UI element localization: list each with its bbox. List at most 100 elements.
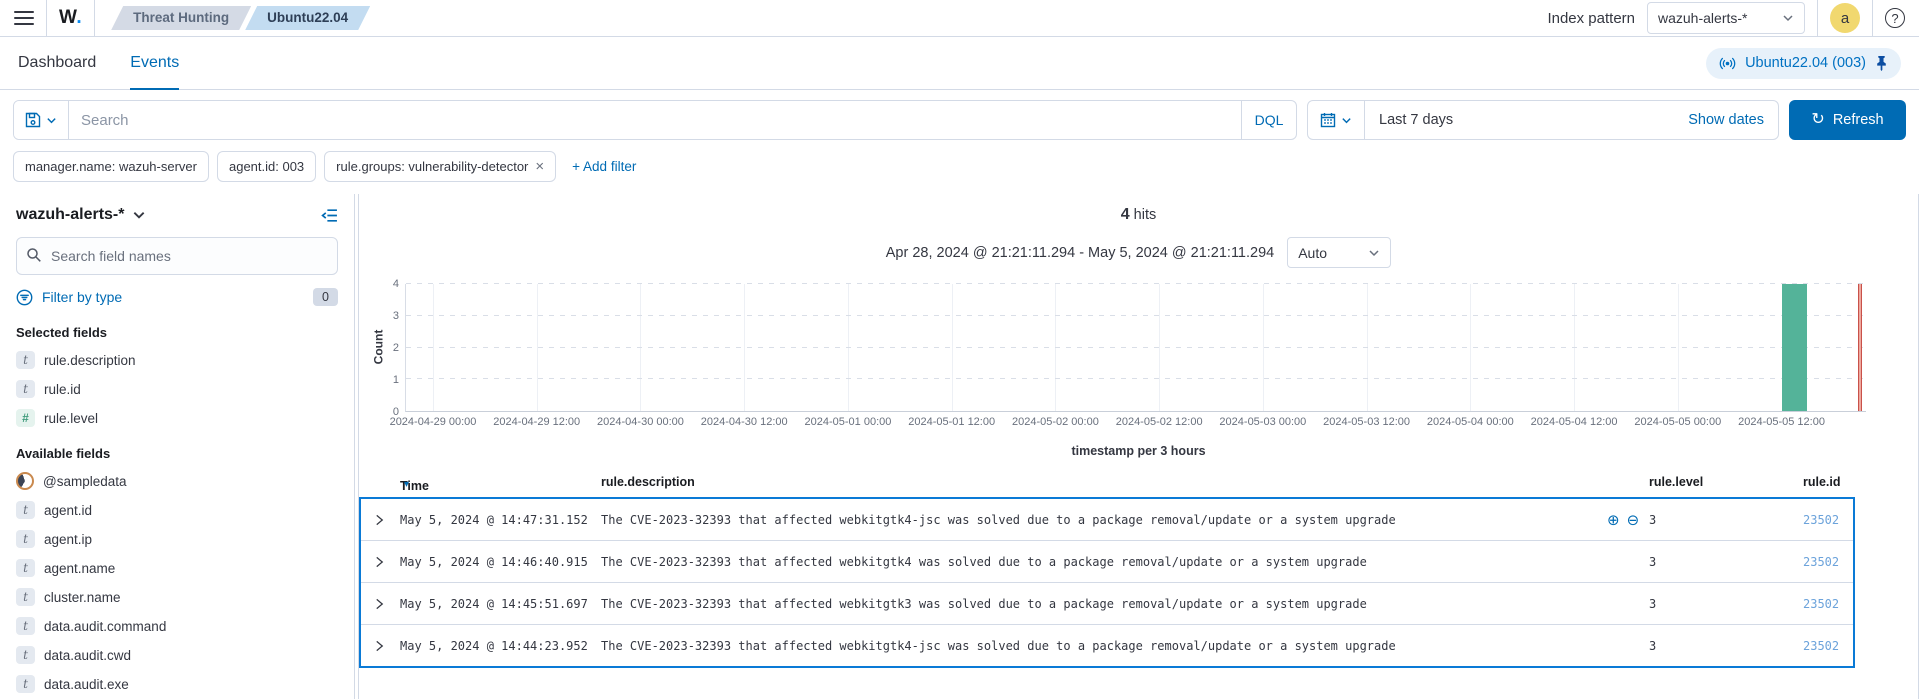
field-item[interactable]: t agent.ip — [16, 530, 338, 548]
tab[interactable]: Dashboard — [18, 38, 96, 90]
breadcrumb-tab[interactable]: Threat Hunting — [111, 6, 251, 30]
field-type-icon: t — [16, 675, 35, 693]
chart-plot: 2024-04-29 00:002024-04-29 12:002024-04-… — [405, 284, 1866, 412]
wazuh-logo[interactable]: W. — [59, 7, 82, 29]
field-item[interactable]: t rule.description — [16, 351, 338, 369]
x-tick-label: 2024-05-03 00:00 — [1219, 416, 1306, 428]
cell-time[interactable]: May 5, 2024 @ 14:44:23.952 — [400, 639, 588, 653]
tab[interactable]: Events — [130, 38, 179, 90]
hits-count: 4 hits — [359, 206, 1918, 224]
vertical-gridline — [744, 284, 745, 411]
table-row: May 5, 2024 @ 14:46:40.915 The CVE-2023-… — [361, 540, 1853, 582]
cell-description[interactable]: The CVE-2023-32393 that affected webkitg… — [601, 597, 1367, 611]
tab-label: Events — [130, 54, 179, 72]
field-type-icon: t — [16, 559, 35, 577]
filter-pill[interactable]: agent.id: 003 × — [217, 151, 316, 182]
index-pattern-select[interactable]: wazuh-alerts-* — [1647, 2, 1805, 34]
field-item[interactable]: # rule.level — [16, 409, 338, 427]
cell-rule-id[interactable]: 23502 — [1803, 513, 1839, 527]
cell-level[interactable]: 3 — [1649, 555, 1656, 569]
refresh-button[interactable]: ↻ Refresh — [1789, 100, 1906, 140]
calendar-button[interactable] — [1308, 101, 1365, 139]
cell-time[interactable]: May 5, 2024 @ 14:45:51.697 — [400, 597, 588, 611]
cell-description[interactable]: The CVE-2023-32393 that affected webkitg… — [601, 555, 1367, 569]
filter-for-value-icon[interactable]: ⊕ — [1607, 511, 1620, 529]
expand-row-icon[interactable] — [374, 640, 385, 651]
interval-select[interactable]: Auto — [1287, 237, 1391, 268]
cell-description[interactable]: The CVE-2023-32393 that affected webkitg… — [601, 639, 1396, 653]
show-dates-button[interactable]: Show dates — [1688, 101, 1778, 139]
collapse-sidebar-icon[interactable] — [321, 208, 338, 223]
filter-pill[interactable]: manager.name: wazuh-server × — [13, 151, 209, 182]
time-range-text: Apr 28, 2024 @ 21:21:11.294 - May 5, 202… — [886, 245, 1274, 261]
time-range-value[interactable]: Last 7 days — [1365, 101, 1688, 139]
help-icon[interactable]: ? — [1885, 8, 1905, 28]
vertical-gridline — [640, 284, 641, 411]
breadcrumb-tab[interactable]: Ubuntu22.04 — [245, 6, 370, 30]
field-item[interactable]: t data.audit.command — [16, 617, 338, 635]
chevron-down-icon — [1782, 12, 1794, 24]
add-filter-button[interactable]: + Add filter — [572, 159, 636, 174]
field-item[interactable]: t agent.id — [16, 501, 338, 519]
field-name: rule.id — [44, 382, 81, 397]
expand-row-icon[interactable] — [374, 514, 385, 525]
vertical-gridline — [1367, 284, 1368, 411]
chevron-down-icon — [46, 115, 57, 126]
column-header-description[interactable]: rule.description — [601, 475, 695, 489]
filter-out-value-icon[interactable]: ⊖ — [1627, 511, 1640, 529]
close-icon[interactable]: × — [535, 159, 544, 174]
y-tick-label: 2 — [393, 342, 399, 354]
sidebar-index-pattern-value: wazuh-alerts-* — [16, 206, 124, 224]
cell-time[interactable]: May 5, 2024 @ 14:47:31.152 — [400, 513, 588, 527]
filter-row: manager.name: wazuh-server × agent.id: 0… — [0, 146, 1919, 194]
horizontal-gridline — [406, 378, 1866, 379]
table-header: Time▾ rule.description rule.level rule.i… — [359, 471, 1918, 497]
cell-rule-id[interactable]: 23502 — [1803, 639, 1839, 653]
field-item[interactable]: t rule.id — [16, 380, 338, 398]
vertical-gridline — [848, 284, 849, 411]
histogram-bar[interactable] — [1782, 284, 1808, 411]
y-axis-labels: 01234 — [359, 284, 399, 412]
y-tick-label: 4 — [393, 278, 399, 290]
tabs-row: Dashboard Events Ubuntu22.04 (003) — [0, 37, 1919, 90]
divider — [94, 0, 95, 36]
field-item[interactable]: t agent.name — [16, 559, 338, 577]
agent-pill[interactable]: Ubuntu22.04 (003) — [1706, 48, 1901, 79]
column-header-id[interactable]: rule.id — [1803, 475, 1841, 489]
search-row: DQL Last 7 days Show dates ↻ Refresh — [0, 90, 1919, 146]
filter-by-type[interactable]: Filter by type 0 — [16, 288, 338, 306]
sidebar-index-pattern-select[interactable]: wazuh-alerts-* — [16, 206, 146, 224]
vertical-gridline — [1470, 284, 1471, 411]
field-search-input[interactable] — [16, 237, 338, 275]
expand-row-icon[interactable] — [374, 598, 385, 609]
vertical-gridline — [433, 284, 434, 411]
column-header-level[interactable]: rule.level — [1649, 475, 1703, 489]
field-item[interactable]: t data.audit.cwd — [16, 646, 338, 664]
menu-icon[interactable] — [14, 11, 34, 25]
saved-query-button[interactable] — [14, 101, 69, 139]
cell-level[interactable]: 3 — [1649, 513, 1656, 527]
avatar[interactable]: a — [1830, 3, 1860, 33]
filter-pill[interactable]: rule.groups: vulnerability-detector × — [324, 151, 556, 182]
query-language-button[interactable]: DQL — [1241, 101, 1296, 139]
available-fields-title: Available fields — [16, 446, 338, 461]
cell-description[interactable]: The CVE-2023-32393 that affected webkitg… — [601, 513, 1396, 527]
cell-time[interactable]: May 5, 2024 @ 14:46:40.915 — [400, 555, 588, 569]
field-item[interactable]: @sampledata — [16, 472, 338, 490]
table-row: May 5, 2024 @ 14:47:31.152 The CVE-2023-… — [361, 499, 1853, 540]
cell-rule-id[interactable]: 23502 — [1803, 555, 1839, 569]
pin-icon[interactable] — [1875, 56, 1888, 71]
cell-rule-id[interactable]: 23502 — [1803, 597, 1839, 611]
breadcrumb-label: Threat Hunting — [133, 10, 229, 25]
refresh-label: Refresh — [1833, 112, 1884, 128]
vertical-gridline — [537, 284, 538, 411]
expand-row-icon[interactable] — [374, 556, 385, 567]
table-row: May 5, 2024 @ 14:45:51.697 The CVE-2023-… — [361, 582, 1853, 624]
vertical-gridline — [1678, 284, 1679, 411]
cell-level[interactable]: 3 — [1649, 597, 1656, 611]
cell-level[interactable]: 3 — [1649, 639, 1656, 653]
search-input[interactable] — [69, 101, 1241, 139]
field-item[interactable]: t cluster.name — [16, 588, 338, 606]
field-item[interactable]: t data.audit.exe — [16, 675, 338, 693]
x-tick-label: 2024-05-01 12:00 — [908, 416, 995, 428]
